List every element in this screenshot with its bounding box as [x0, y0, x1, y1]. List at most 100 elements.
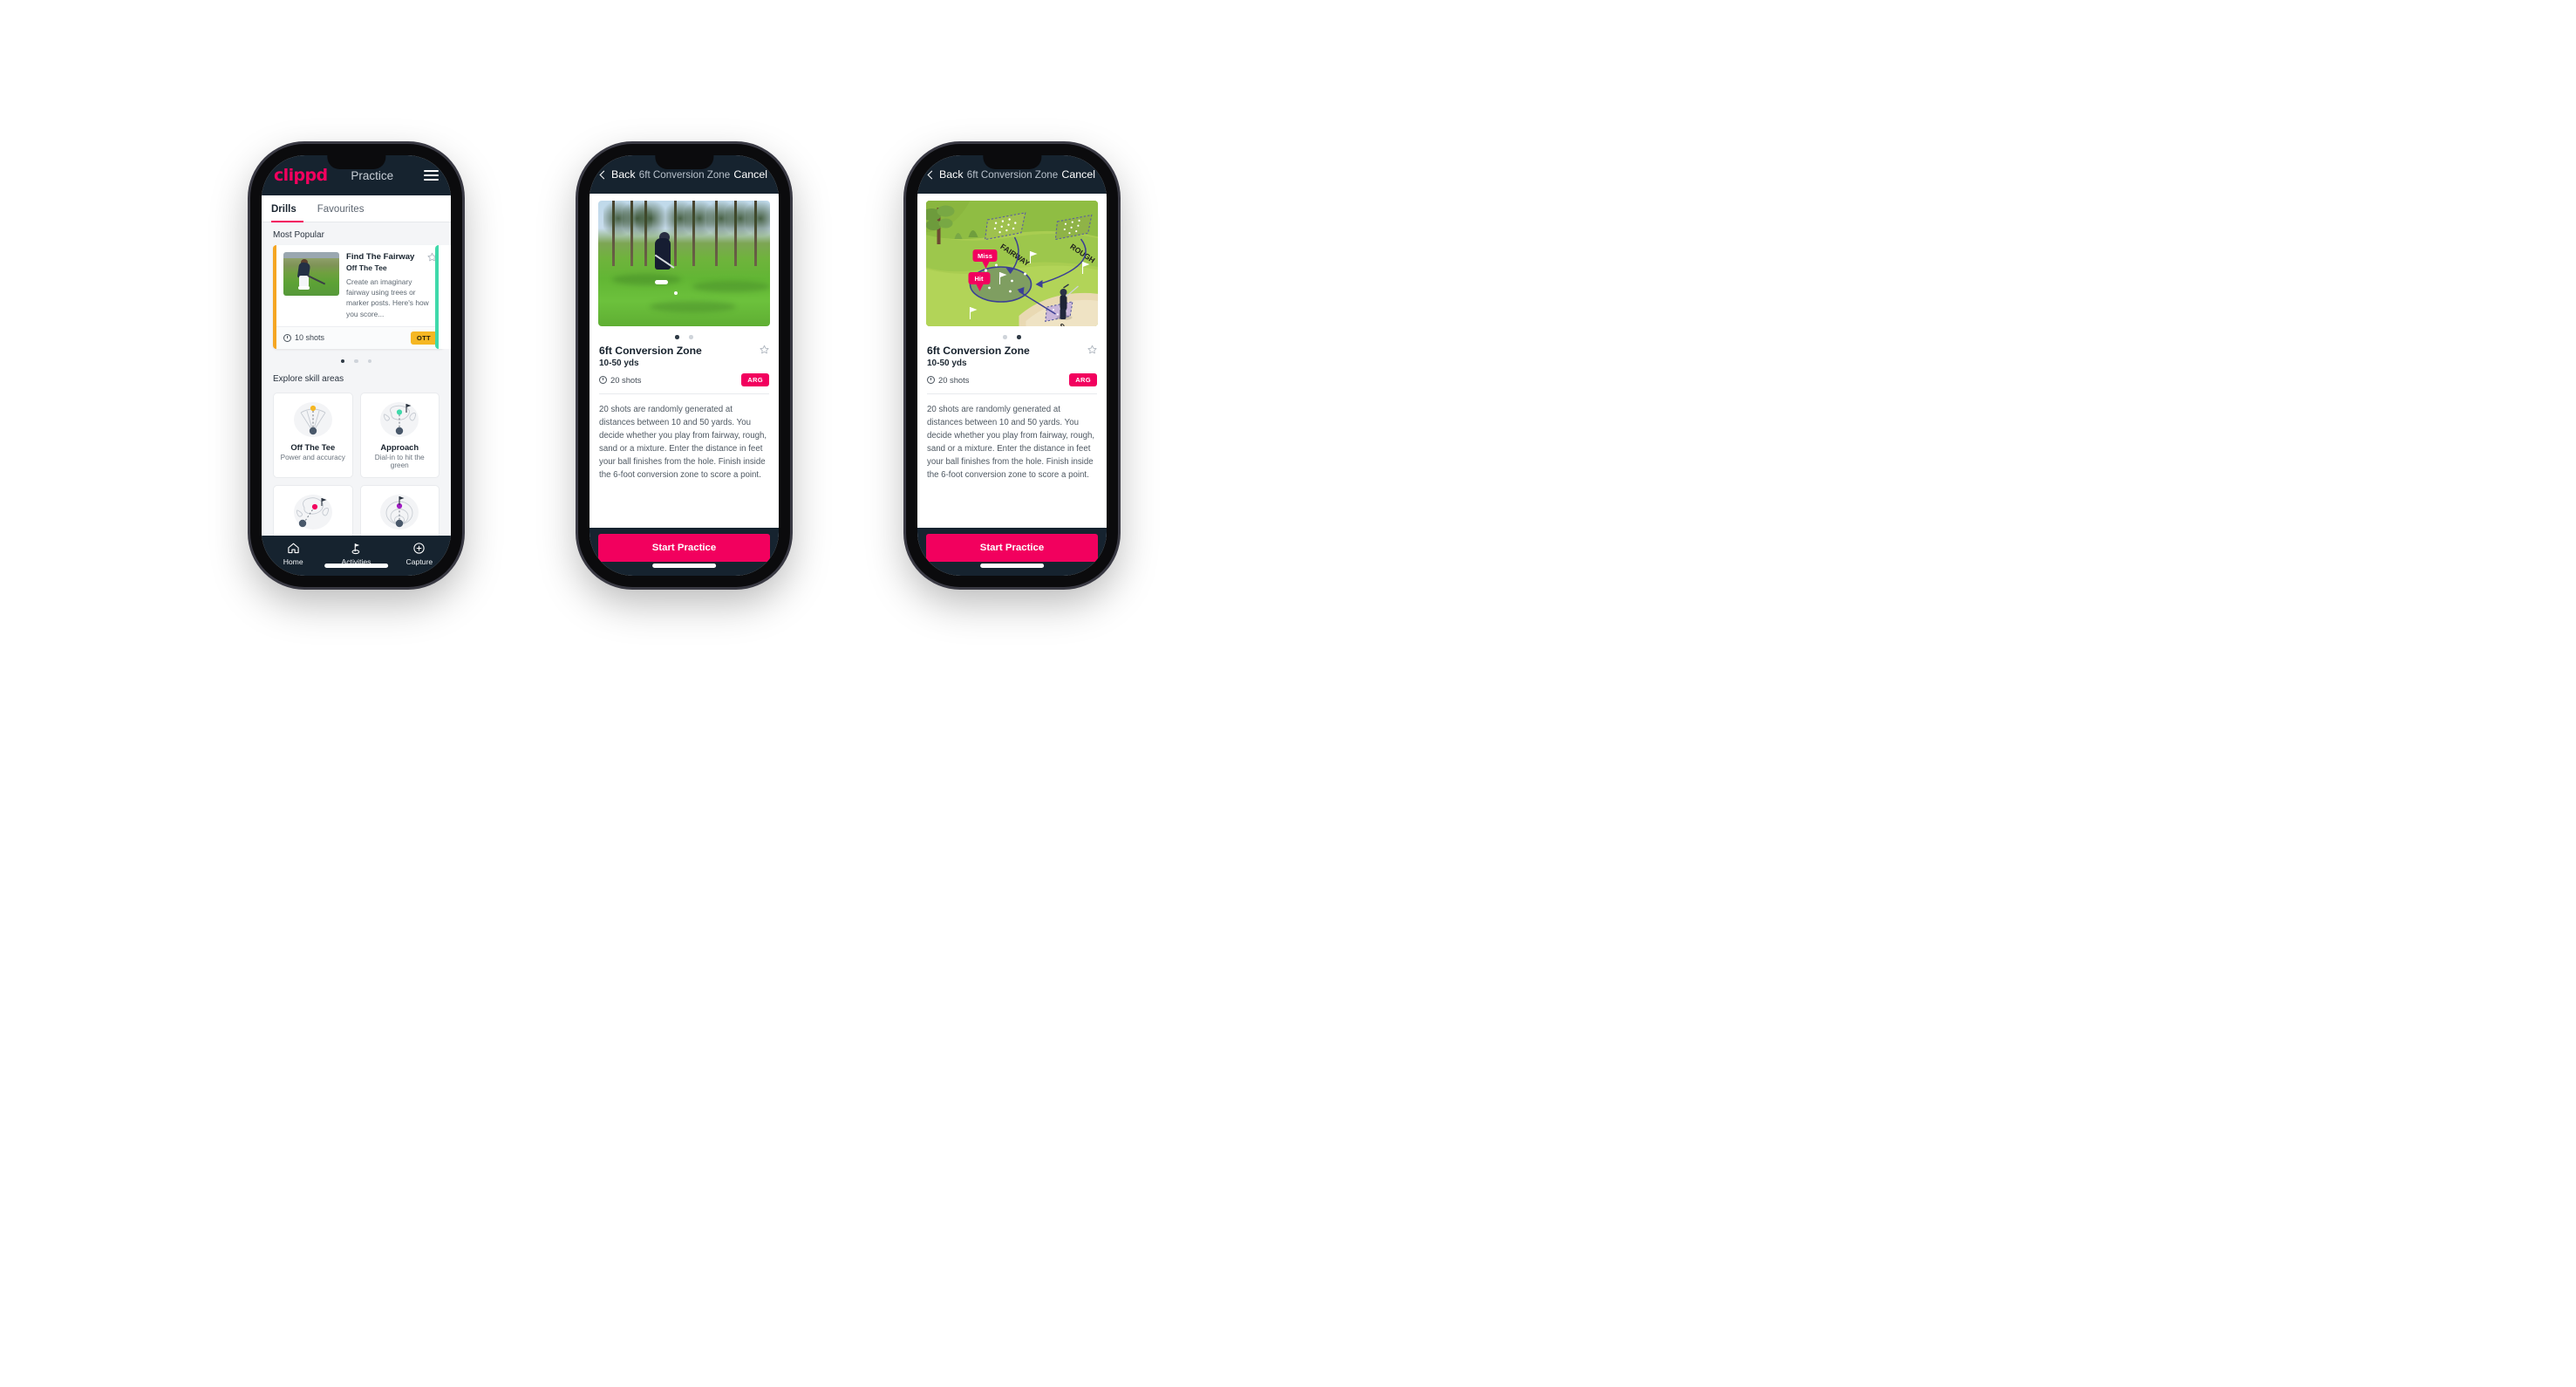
skill-desc: Dial-in to hit the green: [374, 454, 425, 470]
phone-mockup-drill-detail-illustration: Back 6ft Conversion Zone Cancel FAIRWAY …: [906, 144, 1118, 587]
drill-meta: 20 shots ARG: [927, 372, 1097, 386]
skill-card-approach[interactable]: Approach Dial-in to hit the green: [359, 393, 440, 479]
phone2-cta-bar: Start Practice: [589, 528, 779, 576]
phone2-content: 6ft Conversion Zone 10-50 yds 20 shots A…: [589, 194, 779, 528]
screenshot-stage: clippd Practice Drills Favourites Most P…: [0, 0, 2576, 1387]
plus-circle-icon: [388, 541, 451, 555]
drill-shots: 10 shots: [283, 333, 324, 342]
drill-shots-label: 20 shots: [610, 374, 642, 385]
phone3-notch: [982, 155, 1042, 169]
carousel-dot-1[interactable]: [340, 359, 345, 364]
golfer-chipping-photo: [598, 201, 770, 326]
back-button[interactable]: Back: [927, 168, 964, 181]
chevron-left-icon: [927, 170, 937, 179]
star-outline-icon[interactable]: [760, 345, 769, 354]
tab-favourites[interactable]: Favourites: [317, 196, 371, 222]
back-label: Back: [939, 168, 964, 181]
skill-desc: Power and accuracy: [280, 454, 345, 462]
skill-card-around-the-green[interactable]: Around The Green Hone your short game: [273, 485, 353, 536]
drill-card-main: Find The Fairway Off The Tee Create an i…: [276, 245, 444, 326]
drill-title: Find The Fairway: [346, 252, 415, 262]
explore-skill-areas-label: Explore skill areas: [273, 374, 344, 385]
drill-subtitle: Off The Tee: [346, 263, 387, 272]
nav-item-home[interactable]: Home: [262, 541, 324, 566]
drill-info: 6ft Conversion Zone 10-50 yds 20 shots A…: [589, 341, 779, 386]
drill-thumbnail: [283, 252, 339, 296]
phone3-cta-bar: Start Practice: [917, 528, 1107, 576]
phone2-notch: [654, 155, 714, 169]
back-label: Back: [611, 168, 636, 181]
clock-icon: [283, 333, 291, 342]
skill-badge-arg: ARG: [741, 372, 769, 386]
page-title: Practice: [351, 168, 394, 182]
skill-name: Off The Tee: [290, 442, 336, 453]
skill-badge-ott: OTT: [410, 331, 437, 345]
nav-item-capture[interactable]: Capture: [388, 541, 451, 566]
home-icon: [262, 541, 324, 555]
drill-shots-label: 20 shots: [938, 374, 970, 385]
phone1-screen: clippd Practice Drills Favourites Most P…: [262, 155, 451, 576]
phone-mockup-drill-detail-video: Back 6ft Conversion Zone Cancel 6ft Conv…: [578, 144, 790, 587]
most-popular-label: Most Popular: [273, 230, 324, 240]
skill-card-putting[interactable]: Putting Make and lag practice: [359, 485, 440, 536]
drill-card-find-the-fairway[interactable]: Find The Fairway Off The Tee Create an i…: [273, 245, 444, 349]
media-dot-1[interactable]: [1003, 335, 1007, 339]
clippd-logo: clippd: [274, 166, 328, 185]
drill-distance: 10-50 yds: [599, 358, 639, 368]
drill-card-text: Find The Fairway Off The Tee Create an i…: [346, 252, 437, 319]
drill-video-thumbnail[interactable]: [598, 201, 770, 326]
svg-text:Hit: Hit: [974, 275, 984, 283]
carousel-dot-3[interactable]: [367, 359, 372, 364]
back-button[interactable]: Back: [599, 168, 636, 181]
skill-badge-arg: ARG: [1069, 372, 1097, 386]
tab-drills[interactable]: Drills: [271, 196, 303, 222]
svg-text:Miss: Miss: [978, 252, 992, 260]
cancel-button[interactable]: Cancel: [733, 168, 767, 181]
flag-golf-icon: [324, 541, 387, 555]
home-indicator: [324, 564, 389, 568]
drill-shots: 20 shots: [927, 375, 969, 385]
drill-description: 20 shots are randomly generated at dista…: [927, 404, 1095, 480]
nav-item-activities[interactable]: Activities: [324, 541, 387, 566]
nav-label: Capture: [405, 557, 433, 566]
carousel-dots[interactable]: [262, 349, 451, 367]
skill-card-off-the-tee[interactable]: Off The Tee Power and accuracy: [273, 393, 353, 479]
skill-name: Approach: [380, 442, 419, 453]
next-card-peek[interactable]: [435, 245, 451, 349]
phone1-notch: [326, 155, 386, 169]
media-dot-2[interactable]: [1017, 335, 1021, 339]
hamburger-menu-icon[interactable]: [424, 169, 439, 181]
start-practice-button[interactable]: Start Practice: [598, 534, 770, 562]
media-dot-1[interactable]: [675, 335, 679, 339]
tab-bar: Drills Favourites: [262, 195, 451, 222]
screen-title: 6ft Conversion Zone: [966, 168, 1059, 181]
carousel-dot-2[interactable]: [354, 359, 358, 364]
drill-card-footer: 10 shots OTT: [276, 325, 444, 349]
media-dots[interactable]: [589, 326, 779, 341]
bottom-navigation: Home Activities Capture: [262, 536, 451, 576]
drill-name: 6ft Conversion Zone: [927, 344, 1030, 357]
star-outline-icon[interactable]: [1087, 345, 1097, 354]
drill-shots-label: 10 shots: [295, 333, 325, 343]
green-approach-icon: [377, 401, 422, 438]
media-dots[interactable]: [917, 326, 1107, 341]
cancel-button[interactable]: Cancel: [1061, 168, 1095, 181]
clock-icon: [599, 375, 607, 384]
media-dot-2[interactable]: [689, 335, 693, 339]
phone3-screen: Back 6ft Conversion Zone Cancel FAIRWAY …: [917, 155, 1107, 576]
phone1-content: Most Popular Find The Fairway Off The Te…: [262, 222, 451, 536]
drill-course-illustration[interactable]: FAIRWAY ROUGH Miss Hit: [926, 201, 1098, 326]
screen-title: 6ft Conversion Zone: [638, 168, 731, 181]
drill-meta: 20 shots ARG: [599, 372, 769, 386]
start-practice-button[interactable]: Start Practice: [926, 534, 1098, 562]
phone3-content: FAIRWAY ROUGH Miss Hit 6ft Conversion Zo…: [917, 194, 1107, 528]
nav-label: Home: [283, 557, 303, 566]
drill-carousel[interactable]: Find The Fairway Off The Tee Create an i…: [262, 245, 451, 349]
phone2-screen: Back 6ft Conversion Zone Cancel 6ft Conv…: [589, 155, 779, 576]
home-indicator: [979, 564, 1045, 568]
tee-fan-icon: [290, 401, 336, 438]
chip-green-icon: [290, 494, 336, 530]
chevron-left-icon: [599, 170, 609, 179]
